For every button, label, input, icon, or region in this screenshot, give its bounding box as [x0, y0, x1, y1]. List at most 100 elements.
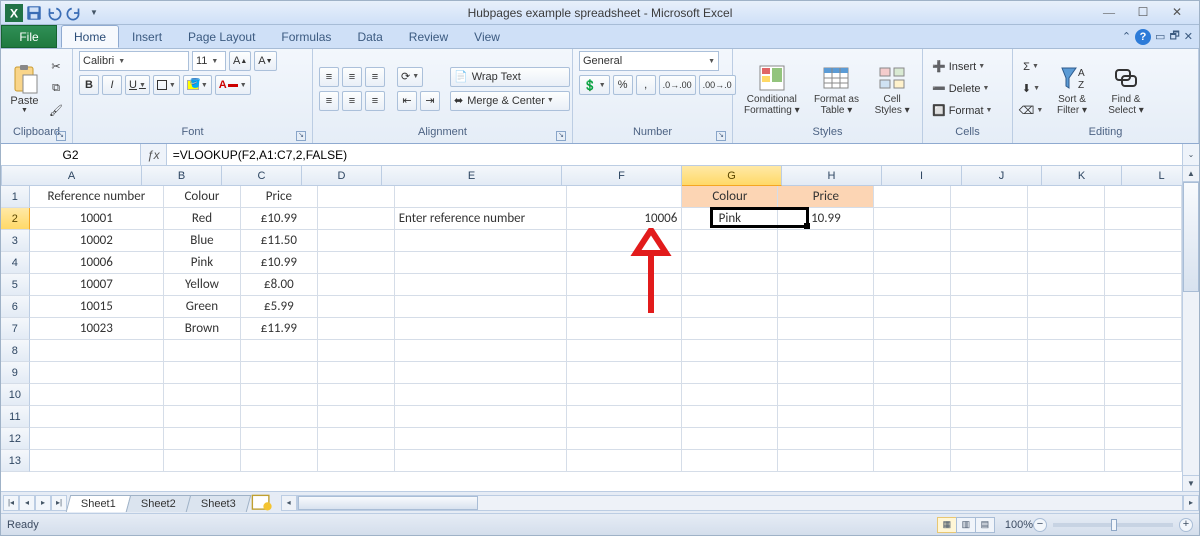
cell[interactable] [1028, 274, 1105, 296]
zoom-slider[interactable] [1053, 523, 1173, 527]
cell[interactable] [778, 450, 874, 472]
cell[interactable] [30, 340, 164, 362]
sheet-nav-next-icon[interactable]: ▸ [35, 495, 51, 511]
cell[interactable]: 10.99 [778, 208, 874, 230]
workbook-restore-icon[interactable]: 🗗 [1169, 27, 1179, 46]
cell[interactable] [318, 450, 395, 472]
cell[interactable] [951, 186, 1028, 208]
cell[interactable] [395, 406, 568, 428]
scroll-up-icon[interactable]: ▲ [1183, 166, 1199, 182]
row-header[interactable]: 4 [1, 252, 30, 274]
cell[interactable] [318, 362, 395, 384]
tab-review[interactable]: Review [396, 25, 461, 48]
cell[interactable] [567, 186, 682, 208]
cell[interactable]: 10015 [30, 296, 164, 318]
cell[interactable] [318, 252, 395, 274]
cell[interactable] [1105, 428, 1182, 450]
column-header[interactable]: L [1122, 166, 1182, 186]
column-header[interactable]: E [382, 166, 562, 186]
cell[interactable] [682, 296, 778, 318]
tab-formulas[interactable]: Formulas [268, 25, 344, 48]
tab-home[interactable]: Home [61, 25, 119, 48]
cell[interactable] [164, 406, 241, 428]
sheet-nav-prev-icon[interactable]: ◂ [19, 495, 35, 511]
column-header[interactable]: H [782, 166, 882, 186]
cell[interactable] [874, 428, 951, 450]
cell[interactable] [567, 384, 682, 406]
cell[interactable] [874, 362, 951, 384]
cell[interactable]: £10.99 [241, 252, 318, 274]
cell[interactable] [951, 296, 1028, 318]
cell[interactable] [778, 340, 874, 362]
row-header[interactable]: 13 [1, 450, 30, 472]
increase-indent-button[interactable]: ⇥ [420, 91, 440, 111]
cell[interactable] [682, 230, 778, 252]
align-top-button[interactable]: ≡ [319, 67, 339, 87]
cell[interactable]: Reference number [30, 186, 164, 208]
orientation-button[interactable]: ⟳▼ [397, 67, 423, 87]
cell[interactable] [241, 450, 318, 472]
scroll-down-icon[interactable]: ▼ [1183, 475, 1199, 491]
minimize-button[interactable]: — [1095, 5, 1123, 20]
cell[interactable] [778, 296, 874, 318]
cell[interactable] [395, 362, 568, 384]
align-middle-button[interactable]: ≡ [342, 67, 362, 87]
cell[interactable] [567, 252, 682, 274]
cell[interactable]: 10001 [30, 208, 164, 230]
cell[interactable] [318, 296, 395, 318]
close-button[interactable]: ✕ [1163, 5, 1191, 20]
sheet-tab-3[interactable]: Sheet3 [185, 495, 250, 512]
cell[interactable] [318, 230, 395, 252]
percent-button[interactable]: % [613, 75, 633, 95]
hscroll-thumb[interactable] [298, 496, 478, 510]
tab-view[interactable]: View [461, 25, 513, 48]
format-as-table-button[interactable]: Format as Table ▾ [809, 55, 865, 123]
row-header[interactable]: 11 [1, 406, 30, 428]
cell[interactable] [874, 318, 951, 340]
column-header[interactable]: I [882, 166, 962, 186]
cell[interactable] [30, 428, 164, 450]
cell[interactable]: Price [241, 186, 318, 208]
cell[interactable] [1105, 230, 1182, 252]
currency-button[interactable]: 💲▼ [579, 75, 610, 95]
view-page-break-button[interactable]: ▤ [975, 517, 995, 533]
cell[interactable] [874, 406, 951, 428]
cell[interactable] [951, 318, 1028, 340]
font-size-combo[interactable]: 11▼ [192, 51, 226, 71]
cell[interactable] [874, 186, 951, 208]
sheet-tab-2[interactable]: Sheet2 [126, 495, 191, 512]
cell[interactable] [30, 406, 164, 428]
cell[interactable] [682, 450, 778, 472]
cell[interactable] [682, 252, 778, 274]
cell[interactable]: Pink [682, 208, 778, 230]
cell[interactable] [318, 428, 395, 450]
cell[interactable] [395, 274, 568, 296]
save-icon[interactable] [25, 4, 43, 22]
file-tab[interactable]: File [1, 25, 57, 48]
cell[interactable] [778, 428, 874, 450]
cell[interactable] [874, 252, 951, 274]
cell[interactable] [1105, 340, 1182, 362]
conditional-formatting-button[interactable]: Conditional Formatting ▾ [739, 55, 805, 123]
view-page-layout-button[interactable]: ▥ [956, 517, 976, 533]
cell[interactable]: Yellow [164, 274, 241, 296]
cell[interactable] [951, 428, 1028, 450]
cell[interactable] [395, 340, 568, 362]
align-right-button[interactable]: ≡ [365, 91, 385, 111]
cell[interactable] [874, 274, 951, 296]
number-format-combo[interactable]: General▼ [579, 51, 719, 71]
cell[interactable] [164, 428, 241, 450]
cell[interactable] [1028, 318, 1105, 340]
column-header[interactable]: G [682, 166, 782, 186]
cell[interactable] [318, 186, 395, 208]
row-header[interactable]: 8 [1, 340, 30, 362]
wrap-text-button[interactable]: 📄 Wrap Text [450, 67, 570, 87]
cell[interactable]: Pink [164, 252, 241, 274]
horizontal-scrollbar[interactable]: ◂ ▸ [281, 495, 1199, 511]
vscroll-thumb[interactable] [1183, 182, 1199, 292]
cell[interactable] [778, 318, 874, 340]
cell[interactable] [778, 406, 874, 428]
cell[interactable] [395, 230, 568, 252]
formula-input[interactable] [167, 148, 1182, 162]
cell[interactable] [1028, 208, 1105, 230]
